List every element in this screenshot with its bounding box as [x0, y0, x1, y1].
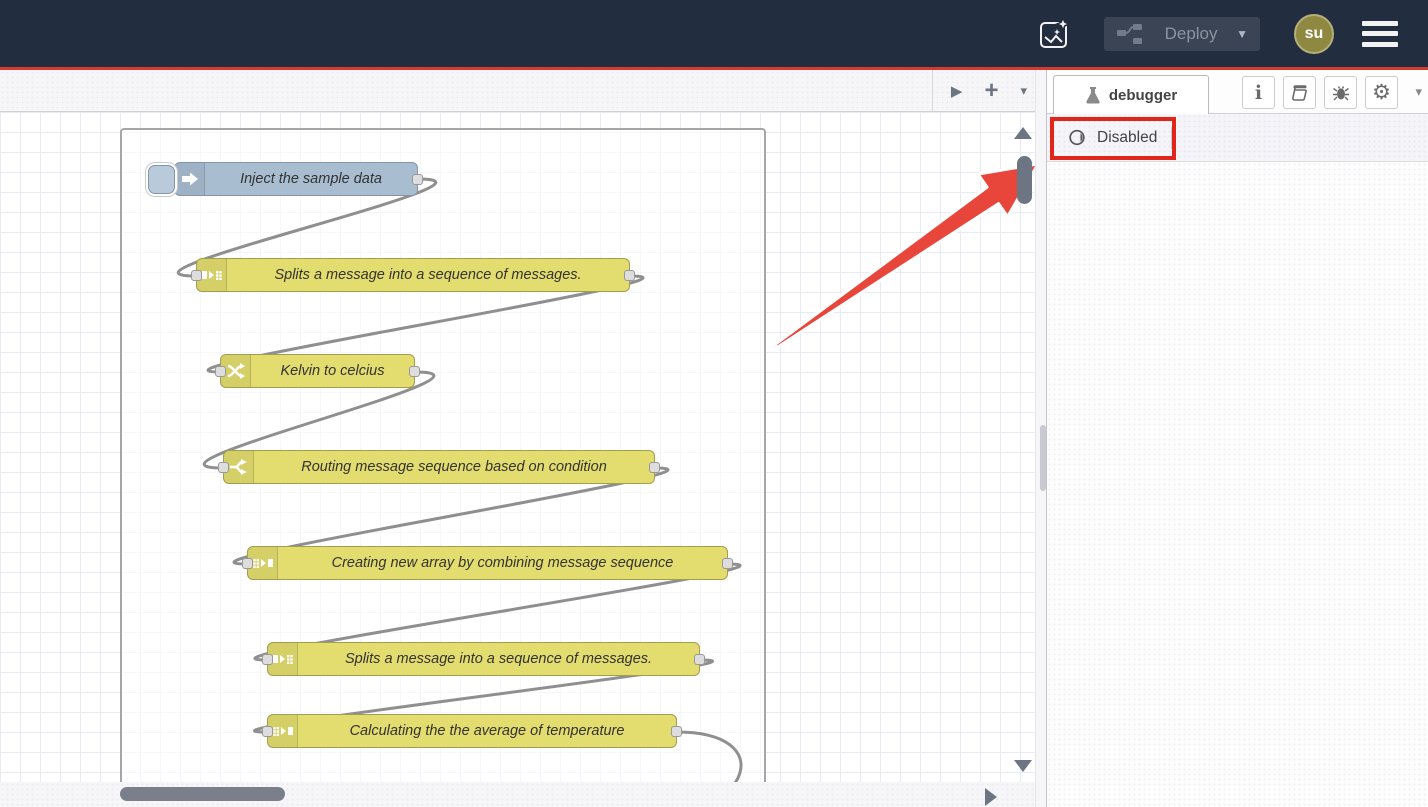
node-split-1[interactable]: Splits a message into a sequence of mess…	[196, 258, 630, 292]
deploy-chevron-down-icon[interactable]: ▼	[1236, 27, 1248, 41]
app-header: Deploy ▼ su	[0, 0, 1428, 67]
node-label: Calculating the the average of temperatu…	[298, 723, 676, 739]
node-join-2[interactable]: Calculating the the average of temperatu…	[267, 714, 677, 748]
splitter-gutter[interactable]	[1035, 70, 1046, 807]
tab-debugger-label: debugger	[1109, 87, 1177, 104]
scroll-down-icon[interactable]	[1014, 760, 1032, 772]
horizontal-scrollbar-thumb[interactable]	[120, 787, 285, 801]
output-port[interactable]	[412, 174, 423, 185]
toolbar-separator	[1171, 127, 1172, 149]
debug-bug-button[interactable]	[1324, 76, 1357, 109]
add-flow-icon[interactable]: +	[984, 77, 998, 105]
hamburger-menu-icon[interactable]	[1362, 21, 1398, 47]
list-chevron-icon[interactable]: ▾	[1020, 83, 1027, 99]
input-port[interactable]	[218, 462, 229, 473]
output-port[interactable]	[624, 270, 635, 281]
sidebar-chevron-down-icon[interactable]: ▾	[1415, 84, 1422, 100]
node-change[interactable]: Kelvin to celcius	[220, 354, 415, 388]
deploy-button[interactable]: Deploy ▼	[1104, 17, 1260, 51]
horizontal-scrollbar[interactable]	[0, 782, 1035, 807]
inject-arrow-icon	[175, 163, 205, 195]
user-avatar[interactable]: su	[1294, 14, 1334, 54]
node-label: Kelvin to celcius	[251, 363, 414, 379]
disabled-label: Disabled	[1097, 129, 1157, 147]
scroll-up-icon[interactable]	[1014, 127, 1032, 139]
node-label: Splits a message into a sequence of mess…	[298, 651, 699, 667]
deploy-nodes-icon	[1116, 22, 1146, 46]
output-port[interactable]	[694, 654, 705, 665]
tab-debugger[interactable]: debugger	[1053, 75, 1209, 114]
tabbar-controls: ▶ + ▾	[932, 70, 1027, 111]
settings-button[interactable]: ⚙	[1365, 76, 1398, 109]
input-port[interactable]	[215, 366, 226, 377]
gear-icon: ⚙	[1372, 82, 1391, 103]
flow-canvas[interactable]: Inject the sample data Splits a message …	[0, 112, 1035, 782]
info-icon: i	[1255, 82, 1262, 104]
node-switch[interactable]: Routing message sequence based on condit…	[223, 450, 655, 484]
input-port[interactable]	[262, 726, 273, 737]
input-port[interactable]	[191, 270, 202, 281]
scroll-right-arrow-icon[interactable]	[985, 788, 997, 806]
debug-toolbar: Disabled	[1047, 114, 1428, 162]
toggle-icon	[1069, 129, 1088, 146]
debug-panel-body	[1047, 162, 1428, 807]
inject-trigger-button[interactable]	[148, 165, 175, 194]
canvas-column: ▶ + ▾	[0, 70, 1035, 807]
sidebar-icon-buttons: i	[1242, 76, 1398, 109]
sidebar: debugger i	[1046, 70, 1428, 807]
disabled-toggle-button[interactable]: Disabled	[1069, 129, 1157, 147]
deploy-label: Deploy	[1156, 24, 1226, 44]
help-book-button[interactable]	[1283, 76, 1316, 109]
node-join-1[interactable]: Creating new array by combining message …	[247, 546, 728, 580]
input-port[interactable]	[242, 558, 253, 569]
node-inject[interactable]: Inject the sample data	[174, 162, 418, 196]
node-label: Splits a message into a sequence of mess…	[227, 267, 629, 283]
workspace: ▶ + ▾	[0, 70, 1428, 807]
gutter-scroll-track[interactable]	[1038, 70, 1045, 807]
bug-icon	[1332, 84, 1350, 102]
output-port[interactable]	[409, 366, 420, 377]
flow-ai-icon[interactable]	[1034, 14, 1074, 54]
node-split-2[interactable]: Splits a message into a sequence of mess…	[267, 642, 700, 676]
vertical-scrollbar-thumb[interactable]	[1017, 156, 1032, 204]
flask-icon	[1085, 87, 1101, 104]
output-port[interactable]	[649, 462, 660, 473]
scroll-right-icon[interactable]: ▶	[951, 82, 963, 100]
node-label: Routing message sequence based on condit…	[254, 459, 654, 475]
input-port[interactable]	[262, 654, 273, 665]
output-port[interactable]	[671, 726, 682, 737]
flow-tab-bar[interactable]: ▶ + ▾	[0, 70, 1035, 112]
avatar-initials: su	[1305, 25, 1324, 43]
node-label: Creating new array by combining message …	[278, 555, 727, 571]
book-icon	[1291, 84, 1309, 102]
info-button[interactable]: i	[1242, 76, 1275, 109]
output-port[interactable]	[722, 558, 733, 569]
node-label: Inject the sample data	[205, 171, 417, 187]
sidebar-tab-bar: debugger i	[1047, 70, 1428, 114]
